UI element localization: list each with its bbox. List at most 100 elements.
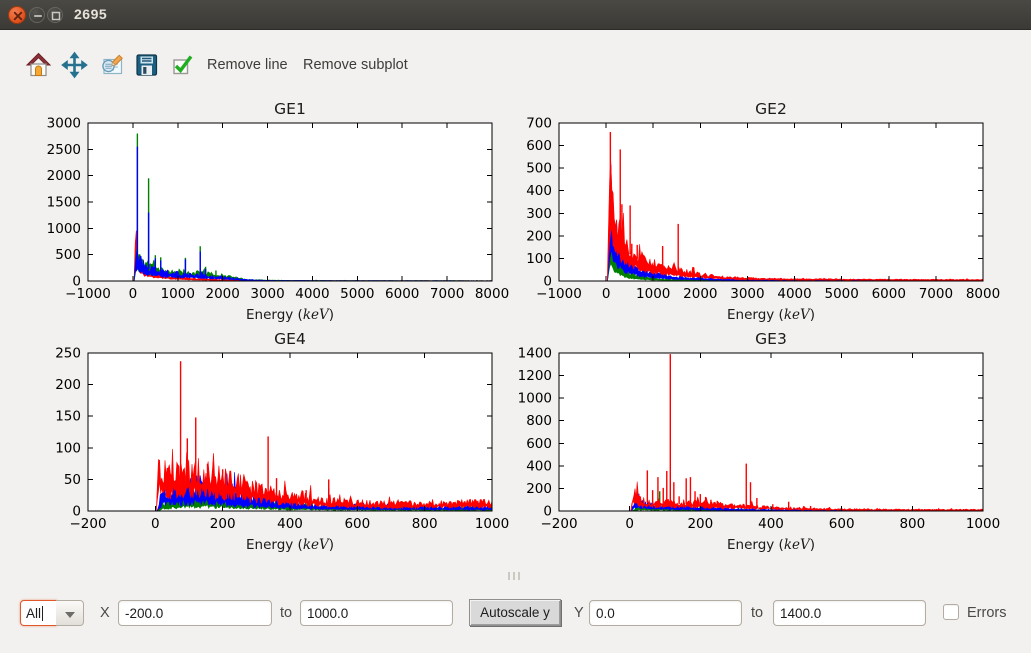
titlebar[interactable]: 2695 — [0, 0, 1031, 30]
errors-checkbox[interactable] — [943, 604, 959, 620]
plot-title: GE1 — [274, 100, 306, 118]
svg-text:8000: 8000 — [966, 286, 1000, 302]
svg-text:800: 800 — [899, 516, 925, 532]
remove-line-button[interactable]: Remove line — [207, 57, 288, 73]
svg-text:250: 250 — [55, 346, 81, 362]
svg-text:4000: 4000 — [777, 286, 811, 302]
svg-text:2000: 2000 — [47, 168, 81, 184]
svg-text:400: 400 — [526, 458, 552, 474]
window-title: 2695 — [74, 6, 107, 22]
svg-text:100: 100 — [526, 251, 552, 267]
subplot-ge1[interactable]: −100001000200030004000500060007000800005… — [10, 95, 515, 325]
save-button[interactable] — [133, 51, 160, 79]
y-max-input[interactable] — [773, 600, 926, 626]
x-axis-label: Energy (keV) — [246, 537, 334, 553]
svg-text:150: 150 — [55, 409, 81, 425]
line-selector-value: All — [26, 606, 41, 621]
svg-text:1000: 1000 — [475, 516, 509, 532]
x-axis-label: Energy (keV) — [727, 537, 815, 553]
svg-text:0: 0 — [543, 274, 552, 290]
remove-subplot-button[interactable]: Remove subplot — [303, 57, 408, 73]
svg-text:3000: 3000 — [47, 116, 81, 132]
x-axis-label: Energy (keV) — [727, 307, 815, 323]
subplot-ge4[interactable]: −20002004006008001000050100150200250GE4E… — [10, 325, 515, 555]
svg-text:1000: 1000 — [47, 221, 81, 237]
pan-button[interactable] — [61, 51, 88, 79]
x-min-input[interactable] — [118, 600, 272, 626]
maximize-icon — [48, 8, 64, 24]
svg-text:500: 500 — [55, 247, 81, 263]
svg-text:4000: 4000 — [295, 286, 329, 302]
apply-icon — [169, 51, 196, 79]
svg-text:200: 200 — [210, 516, 236, 532]
edit-plot-button[interactable] — [98, 51, 125, 79]
apply-button[interactable] — [169, 51, 196, 79]
axes-background — [559, 353, 983, 511]
plot-canvas-ge4: −20002004006008001000050100150200250GE4E… — [10, 325, 515, 555]
y-min-input[interactable] — [589, 600, 742, 626]
svg-text:700: 700 — [526, 116, 552, 132]
svg-text:200: 200 — [687, 516, 713, 532]
svg-text:1500: 1500 — [47, 195, 81, 211]
svg-text:3000: 3000 — [730, 286, 764, 302]
y-range-label: Y — [574, 605, 584, 621]
svg-text:0: 0 — [151, 516, 160, 532]
svg-text:0: 0 — [543, 504, 552, 520]
x-max-input[interactable] — [300, 600, 453, 626]
minimize-icon — [30, 8, 46, 24]
home-icon — [25, 51, 52, 79]
plot-canvas-ge3: −200020040060080010000200400600800100012… — [518, 325, 1026, 555]
plot-canvas-ge1: −100001000200030004000500060007000800005… — [10, 95, 515, 325]
svg-text:600: 600 — [829, 516, 855, 532]
x-range-label: X — [100, 605, 110, 621]
home-button[interactable] — [25, 51, 52, 79]
svg-text:500: 500 — [526, 161, 552, 177]
plot-title: GE4 — [274, 330, 306, 348]
subplot-ge3[interactable]: −200020040060080010000200400600800100012… — [518, 325, 1026, 555]
svg-text:50: 50 — [64, 472, 81, 488]
svg-text:0: 0 — [129, 286, 138, 302]
y-to-label: to — [751, 605, 763, 621]
svg-text:400: 400 — [526, 183, 552, 199]
subplot-ge2[interactable]: −100001000200030004000500060007000800001… — [518, 95, 1026, 325]
svg-text:6000: 6000 — [385, 286, 419, 302]
autoscale-y-button[interactable]: Autoscale y — [469, 599, 561, 626]
svg-text:7000: 7000 — [430, 286, 464, 302]
edit-plot-icon — [98, 51, 125, 79]
svg-text:5000: 5000 — [340, 286, 374, 302]
svg-text:8000: 8000 — [475, 286, 509, 302]
svg-text:1000: 1000 — [161, 286, 195, 302]
svg-text:6000: 6000 — [872, 286, 906, 302]
maximize-button[interactable] — [47, 7, 63, 23]
line-selector-entry[interactable]: All — [20, 600, 57, 626]
svg-text:2000: 2000 — [205, 286, 239, 302]
text-caret — [42, 606, 43, 621]
plot-title: GE3 — [755, 330, 787, 348]
svg-text:2500: 2500 — [47, 142, 81, 158]
x-axis-label: Energy (keV) — [246, 307, 334, 323]
svg-text:0: 0 — [72, 504, 81, 520]
svg-text:0: 0 — [72, 274, 81, 290]
plot-canvas-ge2: −100001000200030004000500060007000800001… — [518, 95, 1026, 325]
svg-text:1000: 1000 — [636, 286, 670, 302]
x-to-label: to — [280, 605, 292, 621]
sash-grip[interactable] — [507, 571, 527, 581]
close-button[interactable] — [8, 6, 26, 24]
line-selector-dropdown-button[interactable] — [56, 600, 84, 626]
errors-label[interactable]: Errors — [967, 605, 1006, 621]
svg-text:400: 400 — [758, 516, 784, 532]
svg-text:200: 200 — [526, 228, 552, 244]
svg-text:1000: 1000 — [966, 516, 1000, 532]
svg-text:1400: 1400 — [518, 346, 552, 362]
svg-text:300: 300 — [526, 206, 552, 222]
svg-text:0: 0 — [625, 516, 634, 532]
close-icon — [9, 7, 27, 25]
minimize-button[interactable] — [29, 7, 45, 23]
svg-text:600: 600 — [526, 436, 552, 452]
svg-text:5000: 5000 — [824, 286, 858, 302]
svg-text:3000: 3000 — [250, 286, 284, 302]
svg-text:100: 100 — [55, 440, 81, 456]
svg-text:200: 200 — [526, 481, 552, 497]
plot-title: GE2 — [755, 100, 787, 118]
svg-text:400: 400 — [277, 516, 303, 532]
